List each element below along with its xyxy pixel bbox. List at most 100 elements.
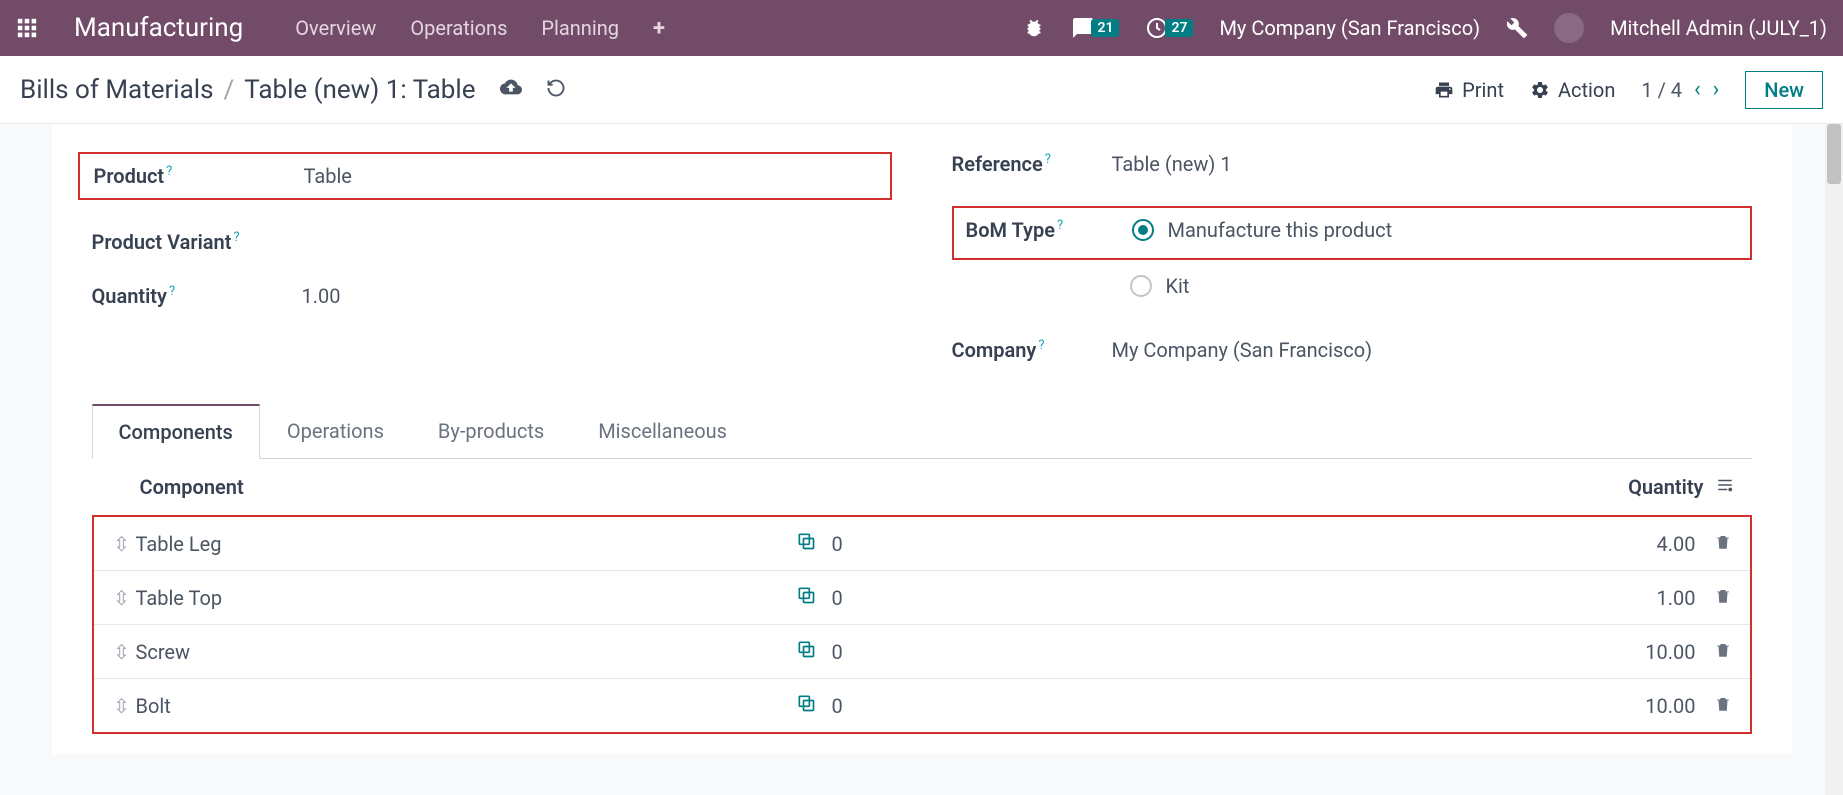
user-avatar[interactable] [1554,13,1584,43]
print-label: Print [1462,78,1504,102]
quantity-label: Quantity? [92,284,302,308]
radio-label: Manufacture this product [1168,218,1393,242]
form-sheet: Product? Table Product Variant? Quantity… [52,124,1792,754]
col-component[interactable]: Component [140,475,1574,499]
radio-label: Kit [1166,274,1190,298]
bom-type-highlight: BoM Type? Manufacture this product [952,206,1752,260]
bom-type-manufacture-radio[interactable]: Manufacture this product [1132,218,1393,242]
reference-field[interactable]: Table (new) 1 [1112,152,1232,176]
delete-row-icon[interactable] [1696,532,1732,556]
table-rows-highlight: ⇳Table Leg04.00⇳Table Top01.00⇳Screw010.… [92,515,1752,734]
radio-checked-icon [1132,219,1154,241]
product-label: Product? [94,164,304,188]
help-icon[interactable]: ? [169,284,175,299]
variant-label: Product Variant? [92,230,302,254]
app-brand[interactable]: Manufacturing [74,13,243,43]
tabs: Components Operations By-products Miscel… [92,404,1752,459]
quantity-field[interactable]: 1.00 [302,284,341,308]
activities-icon[interactable]: 27 [1145,16,1193,40]
tab-components[interactable]: Components [92,404,260,459]
pager-next-icon[interactable]: › [1713,77,1720,102]
component-qty[interactable]: 10.00 [1586,640,1696,664]
debug-icon[interactable] [1023,17,1045,39]
radio-unchecked-icon [1130,275,1152,297]
component-qty[interactable]: 1.00 [1586,586,1696,610]
components-table: Component Quantity ⇳Table Leg04.00⇳Table… [52,459,1792,754]
component-extra: 0 [832,640,1586,664]
drag-handle-icon[interactable]: ⇳ [108,532,136,556]
bom-type-label: BoM Type? [966,218,1096,242]
component-name[interactable]: Screw [136,640,796,664]
forecast-icon[interactable] [796,639,832,664]
help-icon[interactable]: ? [1045,152,1051,167]
forecast-icon[interactable] [796,531,832,556]
breadcrumb-current: Table (new) 1: Table [244,75,475,105]
pager-prev-icon[interactable]: ‹ [1694,77,1701,102]
forecast-icon[interactable] [796,585,832,610]
breadcrumb-root[interactable]: Bills of Materials [20,75,214,105]
delete-row-icon[interactable] [1696,640,1732,664]
nav-menu: Overview Operations Planning + [295,16,665,41]
help-icon[interactable]: ? [1038,338,1044,353]
toolbar-right: Print Action 1 / 4 ‹ › New [1434,71,1823,109]
nav-right: 21 27 My Company (San Francisco) Mitchel… [1023,13,1827,43]
new-button[interactable]: New [1745,71,1823,109]
bom-type-kit-radio[interactable]: Kit [1130,274,1752,298]
pager-text[interactable]: 1 / 4 [1641,78,1682,102]
tab-operations[interactable]: Operations [260,404,411,458]
nav-left: Manufacturing Overview Operations Planni… [16,13,665,43]
table-header: Component Quantity [92,459,1752,515]
component-extra: 0 [832,586,1586,610]
action-label: Action [1558,78,1615,102]
company-label: Company? [952,338,1112,362]
company-field[interactable]: My Company (San Francisco) [1112,338,1373,362]
component-qty[interactable]: 4.00 [1586,532,1696,556]
component-extra: 0 [832,694,1586,718]
reference-label: Reference? [952,152,1112,176]
discard-icon[interactable] [546,75,566,105]
messages-icon[interactable]: 21 [1071,16,1119,40]
col-quantity[interactable]: Quantity [1628,475,1703,499]
toolbar: Bills of Materials / Table (new) 1: Tabl… [0,56,1843,124]
component-name[interactable]: Table Top [136,586,796,610]
table-row[interactable]: ⇳Bolt 010.00 [94,679,1750,732]
product-highlight: Product? Table [78,152,892,200]
component-qty[interactable]: 10.00 [1586,694,1696,718]
delete-row-icon[interactable] [1696,694,1732,718]
table-row[interactable]: ⇳Table Leg 04.00 [94,517,1750,571]
apps-icon[interactable] [16,17,38,39]
activities-badge: 27 [1165,19,1193,37]
user-menu[interactable]: Mitchell Admin (JULY_1) [1610,16,1827,40]
nav-link-operations[interactable]: Operations [410,16,507,41]
component-name[interactable]: Bolt [136,694,796,718]
action-button[interactable]: Action [1530,78,1615,102]
table-row[interactable]: ⇳Screw 010.00 [94,625,1750,679]
component-extra: 0 [832,532,1586,556]
help-icon[interactable]: ? [1057,218,1063,233]
table-row[interactable]: ⇳Table Top 01.00 [94,571,1750,625]
delete-row-icon[interactable] [1696,586,1732,610]
messages-badge: 21 [1091,19,1119,37]
tools-icon[interactable] [1506,17,1528,39]
drag-handle-icon[interactable]: ⇳ [108,586,136,610]
tab-byproducts[interactable]: By-products [411,404,571,458]
breadcrumb-separator: / [224,75,235,105]
tab-miscellaneous[interactable]: Miscellaneous [571,404,754,458]
drag-handle-icon[interactable]: ⇳ [108,640,136,664]
product-field[interactable]: Table [304,164,352,188]
print-button[interactable]: Print [1434,78,1504,102]
optional-columns-icon[interactable] [1716,475,1734,499]
help-icon[interactable]: ? [233,230,239,245]
help-icon[interactable]: ? [166,164,172,179]
nav-link-overview[interactable]: Overview [295,16,376,41]
scrollbar-thumb[interactable] [1827,124,1841,184]
component-name[interactable]: Table Leg [136,532,796,556]
scrollbar[interactable] [1825,124,1843,795]
nav-new-icon[interactable]: + [653,16,665,41]
breadcrumb: Bills of Materials / Table (new) 1: Tabl… [20,75,566,105]
forecast-icon[interactable] [796,693,832,718]
company-switcher[interactable]: My Company (San Francisco) [1219,16,1480,40]
drag-handle-icon[interactable]: ⇳ [108,694,136,718]
cloud-upload-icon[interactable] [500,75,522,105]
nav-link-planning[interactable]: Planning [541,16,619,41]
